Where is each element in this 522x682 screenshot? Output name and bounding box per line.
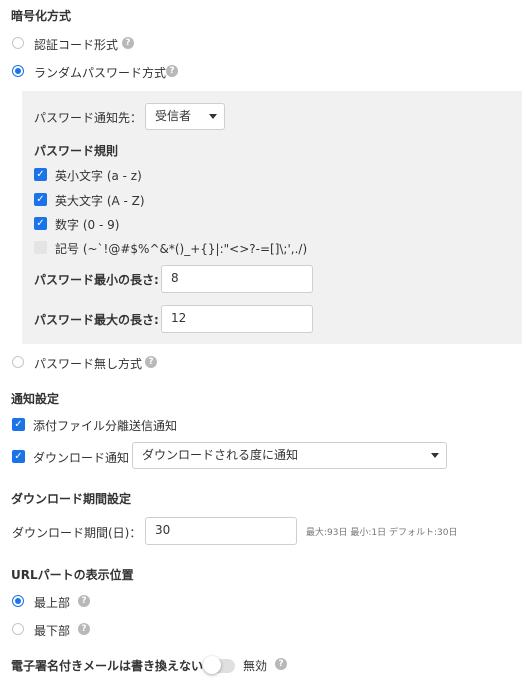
radio-url-top-label[interactable]: 最上部 <box>34 594 70 611</box>
radio-url-bottom-label[interactable]: 最下部 <box>34 622 70 639</box>
download-period-hint: 最大:93日 最小:1日 デフォルト:30日 <box>306 528 458 538</box>
checkbox-download-notify[interactable]: ✓ <box>12 450 25 463</box>
encryption-heading: 暗号化方式 <box>11 9 72 23</box>
toggle-knob <box>203 656 221 674</box>
notify-target-label: パスワード通知先： <box>34 111 143 125</box>
radio-auth-code-label[interactable]: 認証コード形式 <box>34 36 118 53</box>
signature-status: 無効 <box>243 659 268 673</box>
max-length-label: パスワード最大の長さ: <box>34 313 159 327</box>
radio-no-password[interactable] <box>12 356 24 368</box>
check-icon: ✓ <box>36 169 45 180</box>
help-icon[interactable]: ? <box>78 595 90 607</box>
radio-auth-code[interactable] <box>12 37 24 49</box>
min-length-input[interactable]: 8 <box>161 265 313 293</box>
download-notify-select[interactable]: ダウンロードされる度に通知 <box>132 442 447 469</box>
radio-url-top[interactable] <box>12 595 24 607</box>
radio-random-password[interactable] <box>12 65 24 77</box>
download-notify-value: ダウンロードされる度に通知 <box>142 448 299 462</box>
check-icon: ✓ <box>36 194 45 205</box>
radio-random-password-label[interactable]: ランダムパスワード方式 <box>34 64 166 81</box>
notification-heading: 通知設定 <box>11 392 60 406</box>
min-length-label: パスワード最小の長さ: <box>34 273 159 287</box>
checkbox-attachment-notify[interactable]: ✓ <box>12 418 25 431</box>
download-notify-label[interactable]: ダウンロード通知 <box>33 449 129 466</box>
help-icon[interactable]: ? <box>275 658 287 670</box>
max-length-input[interactable]: 12 <box>161 305 313 333</box>
download-period-label: ダウンロード期間(日)： <box>12 526 142 540</box>
checkbox-lowercase[interactable]: ✓ <box>34 168 47 181</box>
caret-down-icon <box>209 114 217 119</box>
signature-label: 電子署名付きメールは書き換えない: <box>11 659 208 673</box>
notify-target-value: 受信者 <box>155 109 192 123</box>
signature-toggle[interactable] <box>203 656 235 674</box>
radio-url-bottom[interactable] <box>12 623 24 635</box>
help-icon[interactable]: ? <box>166 65 178 77</box>
rule-lowercase-label[interactable]: 英小文字 (a - z) <box>55 167 142 184</box>
password-rules-heading: パスワード規則 <box>34 144 119 158</box>
checkbox-symbols[interactable] <box>34 241 47 254</box>
rule-uppercase-label[interactable]: 英大文字 (A - Z) <box>55 192 145 209</box>
rule-digits-label[interactable]: 数字 (0 - 9) <box>55 216 119 233</box>
download-period-heading: ダウンロード期間設定 <box>11 492 132 506</box>
attachment-notify-label[interactable]: 添付ファイル分離送信通知 <box>33 417 177 434</box>
url-position-heading: URLパートの表示位置 <box>11 568 134 582</box>
check-icon: ✓ <box>14 451 23 462</box>
check-icon: ✓ <box>36 218 45 229</box>
download-period-input[interactable]: 30 <box>145 517 297 545</box>
help-icon[interactable]: ? <box>145 356 157 368</box>
rule-symbols-label[interactable]: 記号 (~`!@#$%^&*()_+{}|:"<>?-=[]\;',./) <box>55 240 307 257</box>
notify-target-select[interactable]: 受信者 <box>145 103 225 130</box>
check-icon: ✓ <box>14 419 23 430</box>
help-icon[interactable]: ? <box>122 37 134 49</box>
help-icon[interactable]: ? <box>78 623 90 635</box>
checkbox-uppercase[interactable]: ✓ <box>34 193 47 206</box>
checkbox-digits[interactable]: ✓ <box>34 217 47 230</box>
radio-no-password-label[interactable]: パスワード無し方式 <box>34 355 142 372</box>
caret-down-icon <box>431 453 439 458</box>
